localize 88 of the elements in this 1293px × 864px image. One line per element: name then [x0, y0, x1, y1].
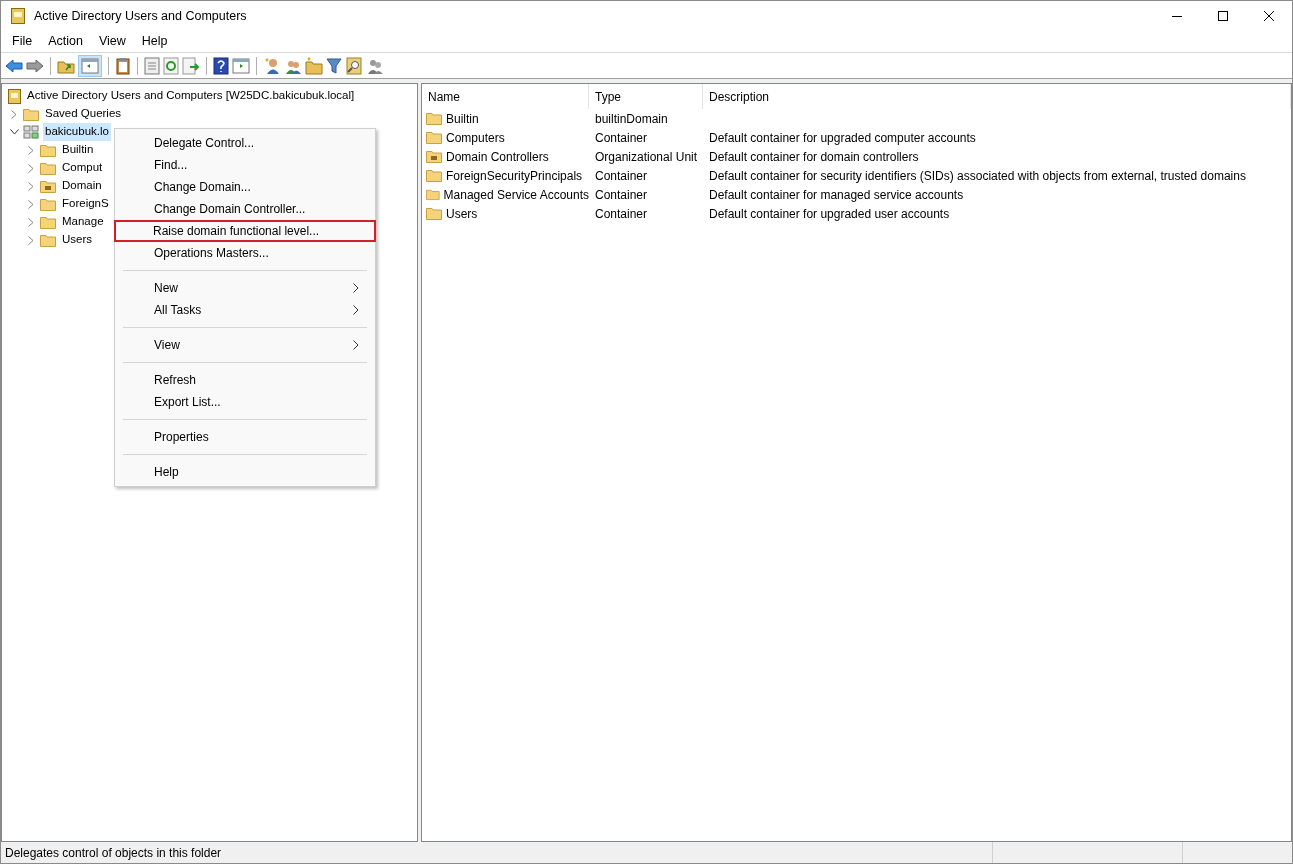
status-text: Delegates control of objects in this folder — [4, 844, 223, 862]
table-cell: Default container for security identifiers (SIDs) associated with objects from external, trusted domains — [709, 168, 1246, 183]
expand-chevron-icon[interactable] — [28, 181, 34, 191]
table-cell: Default container for upgraded computer accounts — [709, 130, 976, 145]
back-arrow-icon[interactable] — [5, 58, 23, 73]
filter-icon[interactable] — [326, 56, 342, 75]
folder-icon — [426, 207, 442, 220]
folder-icon — [40, 197, 56, 211]
panel-icon — [81, 57, 99, 74]
app-icon — [8, 88, 21, 104]
context-menu-item[interactable]: Change Domain Controller... — [115, 198, 375, 220]
forward-arrow-icon[interactable] — [26, 58, 44, 73]
table-cell: builtinDomain — [595, 111, 668, 126]
domain-icon — [23, 125, 39, 139]
context-menu-item[interactable]: Change Domain... — [115, 176, 375, 198]
menu-item[interactable]: File — [5, 30, 40, 53]
context-menu-item[interactable]: Refresh — [115, 369, 375, 391]
folder-icon — [40, 161, 56, 175]
tree-item[interactable]: ForeignS — [60, 195, 111, 213]
tree-item[interactable]: Builtin — [60, 141, 96, 159]
context-menu-item[interactable]: View — [115, 334, 375, 356]
context-menu-item[interactable]: Properties — [115, 426, 375, 448]
tree-item[interactable]: bakicubuk.lo — [43, 123, 111, 141]
tree-item[interactable]: Users — [60, 231, 95, 249]
table-cell: Default container for upgraded user accounts — [709, 206, 950, 221]
folder-icon — [40, 233, 56, 247]
context-menu-item[interactable]: Delegate Control... — [115, 132, 375, 154]
expand-chevron-icon[interactable] — [11, 109, 17, 119]
table-cell: Default container for domain controllers — [709, 149, 919, 164]
table-cell: Container — [595, 187, 648, 202]
context-menu-item[interactable]: All Tasks — [115, 299, 375, 321]
folder-icon — [23, 107, 39, 121]
window-title: Active Directory Users and Computers — [34, 7, 247, 25]
new-folder-icon[interactable] — [305, 56, 323, 75]
table-cell: Default container for managed service accounts — [709, 187, 964, 202]
tree-item[interactable]: Active Directory Users and Computers [W25DC.bakicubuk.local] — [25, 87, 357, 105]
tree-item[interactable]: Comput — [60, 159, 105, 177]
minimize-icon — [1172, 15, 1182, 17]
item-name[interactable]: Computers — [446, 128, 505, 147]
item-name[interactable]: Domain Controllers — [446, 147, 549, 166]
collapse-chevron-icon[interactable] — [9, 129, 19, 135]
help-icon[interactable] — [213, 56, 229, 75]
folder-icon — [426, 169, 442, 182]
expand-chevron-icon[interactable] — [28, 235, 34, 245]
app-icon — [11, 8, 25, 24]
tree-item[interactable]: Domain — [60, 177, 104, 195]
column-header[interactable]: Name — [422, 84, 589, 109]
table-cell: Organizational Unit — [595, 149, 698, 164]
table-cell: Container — [595, 168, 648, 183]
menu-item[interactable]: Action — [41, 30, 90, 53]
context-menu-item[interactable]: Operations Masters... — [115, 242, 375, 264]
item-name[interactable]: Users — [446, 204, 478, 223]
context-menu-item[interactable]: Raise domain functional level... — [114, 220, 376, 242]
menu-item[interactable]: Help — [134, 30, 175, 53]
tree-item[interactable]: Saved Queries — [43, 105, 124, 123]
clipboard-icon[interactable] — [115, 56, 131, 75]
folder-icon — [40, 143, 56, 157]
expand-chevron-icon[interactable] — [28, 199, 34, 209]
expand-chevron-icon[interactable] — [28, 163, 34, 173]
item-name[interactable]: Managed Service Accounts — [443, 185, 589, 204]
menu-item[interactable]: View — [91, 30, 133, 53]
expand-chevron-icon[interactable] — [28, 217, 34, 227]
context-menu-item[interactable]: New — [115, 277, 375, 299]
organizational-unit-icon — [426, 150, 442, 163]
expand-chevron-icon[interactable] — [28, 145, 34, 155]
show-hide-tree-button[interactable] — [78, 54, 102, 77]
close-icon — [1264, 11, 1274, 21]
context-menu-item[interactable]: Export List... — [115, 391, 375, 413]
folder-icon — [426, 188, 440, 201]
column-header[interactable]: Type — [589, 84, 703, 109]
table-cell: Container — [595, 130, 648, 145]
export-icon[interactable] — [182, 56, 200, 75]
folder-icon — [426, 131, 442, 144]
folder-icon — [426, 112, 442, 125]
context-menu-item[interactable]: Help — [115, 461, 375, 483]
tree-item[interactable]: Manage — [60, 213, 106, 231]
column-header[interactable]: Description — [703, 84, 1291, 109]
folder-icon — [40, 215, 56, 229]
properties-icon[interactable] — [144, 56, 160, 75]
context-menu-item[interactable]: Find... — [115, 154, 375, 176]
new-user-icon[interactable] — [263, 56, 281, 75]
table-cell: Container — [595, 206, 648, 221]
item-name[interactable]: Builtin — [446, 109, 479, 128]
maximize-icon — [1218, 11, 1228, 21]
organizational-unit-icon — [40, 179, 56, 193]
item-name[interactable]: ForeignSecurityPrincipals — [446, 166, 583, 185]
refresh-icon[interactable] — [163, 56, 179, 75]
find-icon[interactable] — [345, 56, 363, 75]
